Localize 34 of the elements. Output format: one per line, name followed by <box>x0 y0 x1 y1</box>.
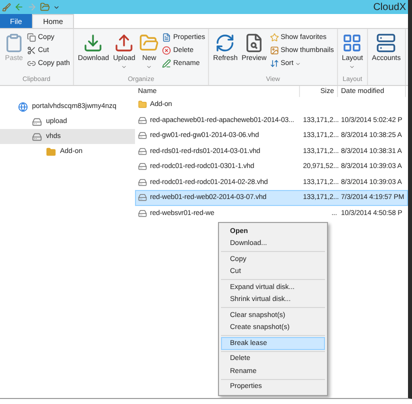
back-icon[interactable] <box>14 2 24 12</box>
drive-icon <box>138 193 147 202</box>
star-icon <box>270 33 279 42</box>
link-icon <box>27 59 36 68</box>
drive-icon <box>32 132 42 142</box>
server-icon <box>376 33 396 53</box>
drive-icon <box>32 116 42 126</box>
scissors-icon <box>27 46 36 55</box>
drive-icon <box>138 162 147 172</box>
brush-icon[interactable] <box>2 2 11 12</box>
globe-icon <box>18 102 28 112</box>
folder-icon <box>138 100 147 110</box>
drive-icon <box>138 178 147 187</box>
document-search-icon <box>244 33 264 53</box>
pen-icon <box>162 59 172 68</box>
copy-icon <box>27 33 36 42</box>
sort-icon <box>270 59 279 68</box>
delete-icon <box>162 46 172 55</box>
image-icon <box>270 46 279 55</box>
folder-icon <box>139 33 160 53</box>
folder-icon <box>46 146 56 156</box>
refresh-icon <box>215 33 236 53</box>
drive-icon <box>138 131 147 140</box>
drive-icon <box>138 116 147 125</box>
document-icon <box>162 33 172 42</box>
drive-icon <box>138 208 147 218</box>
clipboard-icon <box>4 33 24 53</box>
download-icon <box>83 33 104 53</box>
folder-icon[interactable] <box>40 2 50 12</box>
drive-icon <box>138 146 147 156</box>
grid-icon <box>342 33 362 53</box>
upload-icon <box>114 33 134 53</box>
window-title: CloudX <box>373 2 406 12</box>
caret-icon[interactable] <box>53 4 60 10</box>
